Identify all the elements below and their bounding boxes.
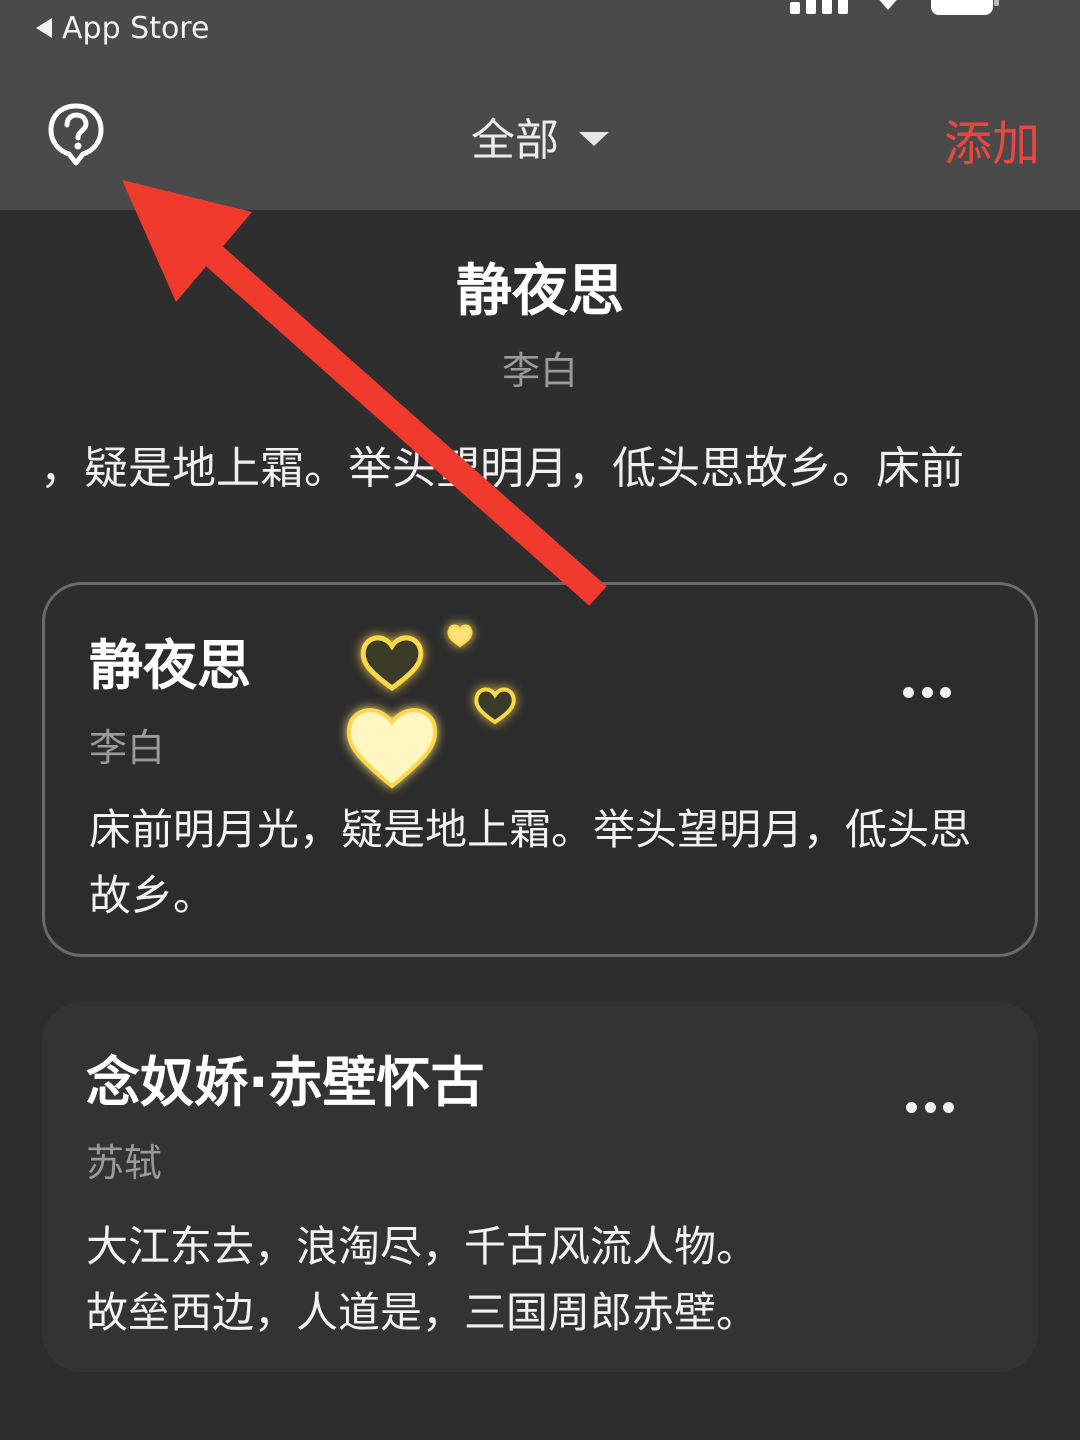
poem-body: 床前明月光，疑是地上霜。举头望明月，低头思故乡。	[89, 805, 972, 920]
back-label: App Store	[62, 10, 210, 46]
like-hearts-icon	[346, 624, 516, 789]
nav-bar: 全部 添加	[0, 70, 1080, 200]
category-filter-dropdown[interactable]: 全部	[0, 108, 1080, 166]
more-options-icon[interactable]	[906, 1100, 954, 1114]
app-screen: App Store 全部 添加 静夜思 李白 ，疑是地上霜。举头望明月，低头思故…	[0, 0, 1080, 1440]
poem-author: 李白	[89, 726, 166, 770]
poem-title: 念奴娇·赤壁怀古	[86, 1051, 485, 1114]
featured-scrolling-text: ，疑是地上霜。举头望明月，低头思故乡。床前	[40, 443, 964, 492]
back-arrow-icon	[36, 18, 52, 38]
featured-title: 静夜思	[456, 259, 624, 324]
chevron-down-icon	[579, 132, 609, 146]
poem-body-line-2: 故垒西边，人道是，三国周郎赤壁。	[86, 1288, 759, 1337]
poem-card[interactable]: 念奴娇·赤壁怀古 苏轼 大江东去，浪淘尽，千古风流人物。 故垒西边，人道是，三国…	[42, 1002, 1038, 1372]
status-bar: App Store	[0, 0, 1080, 60]
signal-icon	[790, 0, 848, 14]
back-to-app-store[interactable]: App Store	[36, 8, 209, 48]
filter-label: 全部	[471, 115, 559, 166]
poem-author: 苏轼	[86, 1141, 163, 1185]
battery-icon	[931, 0, 999, 15]
poem-body-line-1: 大江东去，浪淘尽，千古风流人物。	[86, 1222, 759, 1271]
featured-poem[interactable]: 静夜思 李白 ，疑是地上霜。举头望明月，低头思故乡。床前	[0, 210, 1080, 560]
header-area: App Store 全部 添加	[0, 0, 1080, 210]
bottom-area	[0, 1395, 1080, 1440]
more-options-icon[interactable]	[903, 685, 951, 699]
poem-title: 静夜思	[89, 634, 251, 697]
wifi-icon	[879, 0, 897, 10]
featured-author: 李白	[501, 349, 578, 393]
add-button[interactable]: 添加	[944, 104, 1040, 174]
